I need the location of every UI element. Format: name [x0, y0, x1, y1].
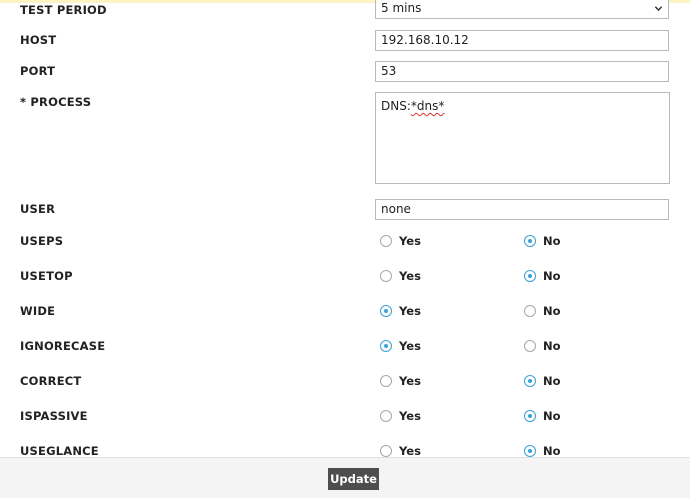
radio-row-label: USEPS [20, 234, 64, 248]
radio-row-label: USETOP [20, 269, 73, 283]
test-period-value: 5 mins [381, 1, 422, 15]
user-label: USER [20, 202, 56, 216]
wide-yes-radio[interactable] [380, 305, 392, 317]
yes-label: Yes [399, 234, 421, 248]
useps-no-option[interactable]: No [524, 234, 561, 248]
process-label: * PROCESS [20, 95, 92, 109]
radio-row-label: CORRECT [20, 374, 82, 388]
chevron-down-icon [654, 6, 663, 12]
ignorecase-yes-radio[interactable] [380, 340, 392, 352]
port-input[interactable]: 53 [375, 61, 669, 82]
form-footer: Update [0, 457, 690, 498]
useps-yes-radio[interactable] [380, 235, 392, 247]
ispassive-no-option[interactable]: No [524, 409, 561, 423]
user-input[interactable]: none [375, 199, 669, 220]
ignorecase-yes-option[interactable]: Yes [380, 339, 421, 353]
yes-label: Yes [399, 339, 421, 353]
no-label: No [543, 409, 561, 423]
correct-yes-radio[interactable] [380, 375, 392, 387]
ispassive-no-radio[interactable] [524, 410, 536, 422]
process-value-word: *dns* [410, 99, 445, 113]
port-label: PORT [20, 64, 56, 78]
wide-yes-option[interactable]: Yes [380, 304, 421, 318]
correct-yes-option[interactable]: Yes [380, 374, 421, 388]
radio-row-label: ISPASSIVE [20, 409, 88, 423]
test-period-select[interactable]: 5 mins [375, 0, 669, 19]
usetop-yes-radio[interactable] [380, 270, 392, 282]
usetop-no-option[interactable]: No [524, 269, 561, 283]
yes-label: Yes [399, 269, 421, 283]
process-value-prefix: DNS: [381, 99, 411, 113]
usetop-no-radio[interactable] [524, 270, 536, 282]
yes-label: Yes [399, 409, 421, 423]
settings-form: TEST PERIOD 5 mins HOST 192.168.10.12 PO… [0, 0, 690, 457]
yes-label: Yes [399, 304, 421, 318]
process-textarea[interactable]: DNS:*dns* [375, 92, 670, 184]
no-label: No [543, 234, 561, 248]
no-label: No [543, 444, 561, 457]
useglance-no-option[interactable]: No [524, 444, 561, 457]
radio-row-label: IGNORECASE [20, 339, 106, 353]
useglance-no-radio[interactable] [524, 445, 536, 457]
usetop-yes-option[interactable]: Yes [380, 269, 421, 283]
wide-no-radio[interactable] [524, 305, 536, 317]
host-input[interactable]: 192.168.10.12 [375, 30, 669, 51]
ignorecase-no-radio[interactable] [524, 340, 536, 352]
radio-row-label: USEGLANCE [20, 444, 99, 457]
ignorecase-no-option[interactable]: No [524, 339, 561, 353]
wide-no-option[interactable]: No [524, 304, 561, 318]
host-label: HOST [20, 33, 57, 47]
no-label: No [543, 304, 561, 318]
no-label: No [543, 339, 561, 353]
radio-row-label: WIDE [20, 304, 56, 318]
yes-label: Yes [399, 374, 421, 388]
correct-no-radio[interactable] [524, 375, 536, 387]
update-button[interactable]: Update [328, 468, 379, 490]
ispassive-yes-option[interactable]: Yes [380, 409, 421, 423]
no-label: No [543, 269, 561, 283]
useps-no-radio[interactable] [524, 235, 536, 247]
correct-no-option[interactable]: No [524, 374, 561, 388]
useps-yes-option[interactable]: Yes [380, 234, 421, 248]
ispassive-yes-radio[interactable] [380, 410, 392, 422]
yes-label: Yes [399, 444, 421, 457]
test-period-label: TEST PERIOD [20, 3, 107, 17]
useglance-yes-radio[interactable] [380, 445, 392, 457]
no-label: No [543, 374, 561, 388]
useglance-yes-option[interactable]: Yes [380, 444, 421, 457]
